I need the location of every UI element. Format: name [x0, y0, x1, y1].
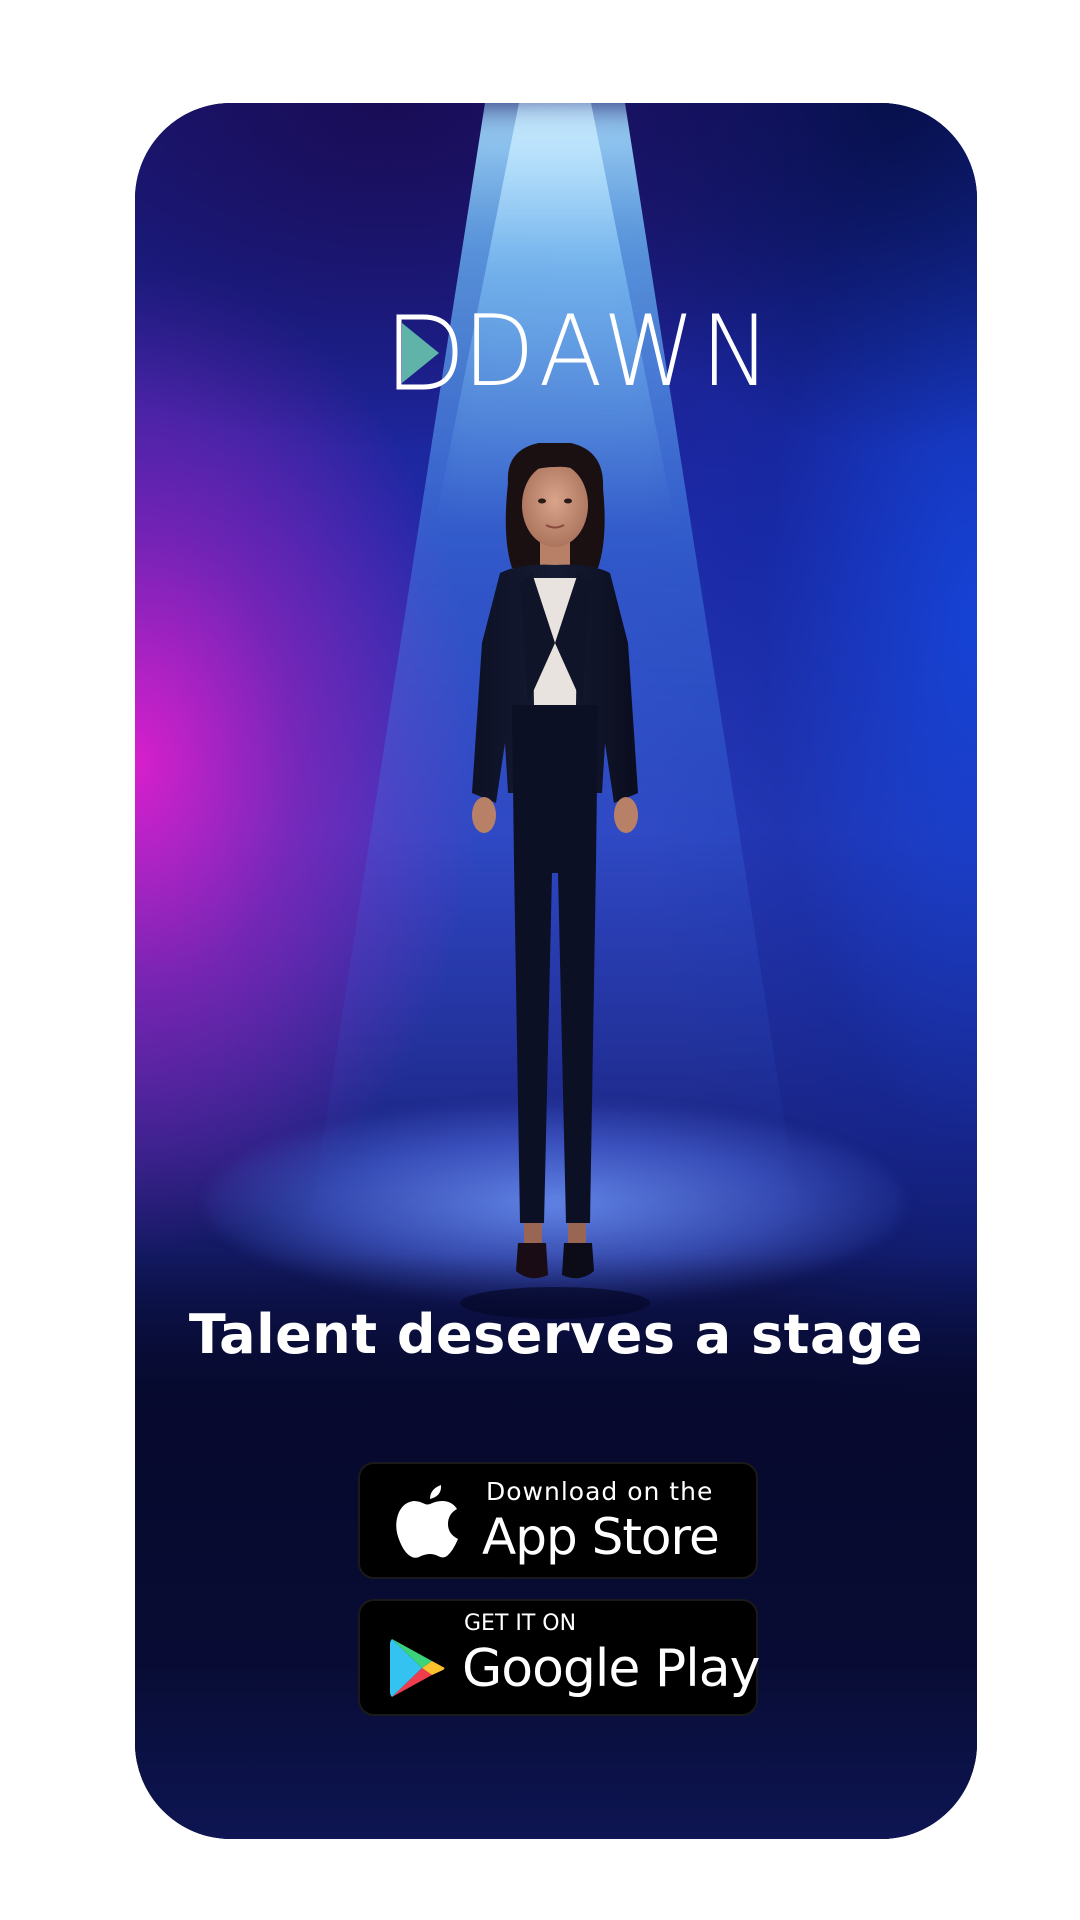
tagline-heading: Talent deserves a stage	[188, 1303, 924, 1366]
app-store-big-label: App Store	[482, 1508, 720, 1566]
app-store-button[interactable]: Download on the App Store	[358, 1462, 758, 1579]
dawn-logo: DAWN	[393, 303, 770, 401]
dawn-logo-mark-icon	[396, 314, 458, 390]
brand-name: DAWN	[463, 295, 777, 409]
person-illustration	[460, 443, 650, 1319]
apple-icon	[396, 1485, 458, 1558]
google-play-small-label: GET IT ON	[464, 1611, 577, 1636]
google-play-button[interactable]: GET IT ON Google Play	[358, 1599, 760, 1716]
google-play-icon	[390, 1639, 445, 1697]
promo-card: DAWN Talent deserves a stage Download on…	[135, 103, 977, 1839]
google-play-big-label: Google Play	[462, 1639, 760, 1699]
app-store-small-label: Download on the	[486, 1477, 714, 1506]
